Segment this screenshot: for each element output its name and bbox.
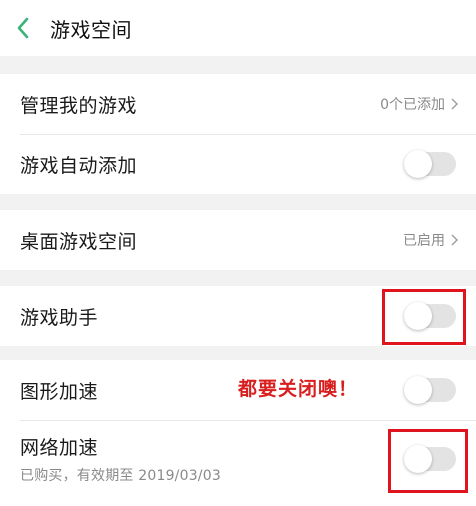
assistant-toggle[interactable] — [404, 302, 456, 330]
desktop-card: 桌面游戏空间 已启用 — [0, 210, 476, 270]
assistant-label: 游戏助手 — [20, 306, 99, 329]
assistant-card: 游戏助手 — [0, 286, 476, 346]
network-accel-label: 网络加速 — [20, 437, 99, 459]
chevron-left-icon — [17, 17, 29, 39]
game-space-settings-page: 游戏空间 管理我的游戏 0个已添加 游戏自动添加 桌面游戏空间 已启用 游戏助手… — [0, 0, 476, 506]
network-accel-subtitle: 已购买，有效期至 2019/03/03 — [20, 468, 221, 484]
desktop-space-value[interactable]: 已启用 — [403, 230, 458, 250]
auto-add-toggle[interactable] — [404, 150, 456, 178]
manage-games-label: 管理我的游戏 — [20, 94, 138, 117]
desktop-space-row[interactable]: 桌面游戏空间 已启用 — [0, 210, 476, 270]
auto-add-label: 游戏自动添加 — [20, 154, 138, 177]
games-card: 管理我的游戏 0个已添加 游戏自动添加 — [0, 74, 476, 194]
network-accel-toggle[interactable] — [404, 445, 456, 473]
auto-add-row: 游戏自动添加 — [0, 134, 476, 194]
toggle-knob — [404, 376, 432, 404]
top-bar: 游戏空间 — [0, 0, 476, 56]
toggle-knob — [404, 150, 432, 178]
toggle-knob — [404, 445, 432, 473]
toggle-knob — [404, 302, 432, 330]
desktop-space-status: 已启用 — [403, 233, 445, 249]
annotation-text: 都要关闭噢！ — [238, 378, 359, 400]
page-title: 游戏空间 — [50, 17, 132, 42]
desktop-space-label: 桌面游戏空间 — [20, 230, 138, 253]
manage-games-row[interactable]: 管理我的游戏 0个已添加 — [0, 74, 476, 134]
graphics-accel-toggle[interactable] — [404, 376, 456, 404]
graphics-accel-label: 图形加速 — [20, 380, 99, 403]
network-accel-text: 网络加速 已购买，有效期至 2019/03/03 — [20, 433, 221, 485]
network-accel-row: 网络加速 已购买，有效期至 2019/03/03 — [0, 420, 476, 498]
manage-games-value[interactable]: 0个已添加 — [380, 94, 458, 114]
chevron-right-icon — [451, 234, 458, 246]
assistant-row: 游戏助手 — [0, 286, 476, 346]
manage-games-count: 0个已添加 — [380, 97, 445, 113]
back-button[interactable] — [0, 0, 46, 56]
chevron-right-icon — [451, 98, 458, 110]
